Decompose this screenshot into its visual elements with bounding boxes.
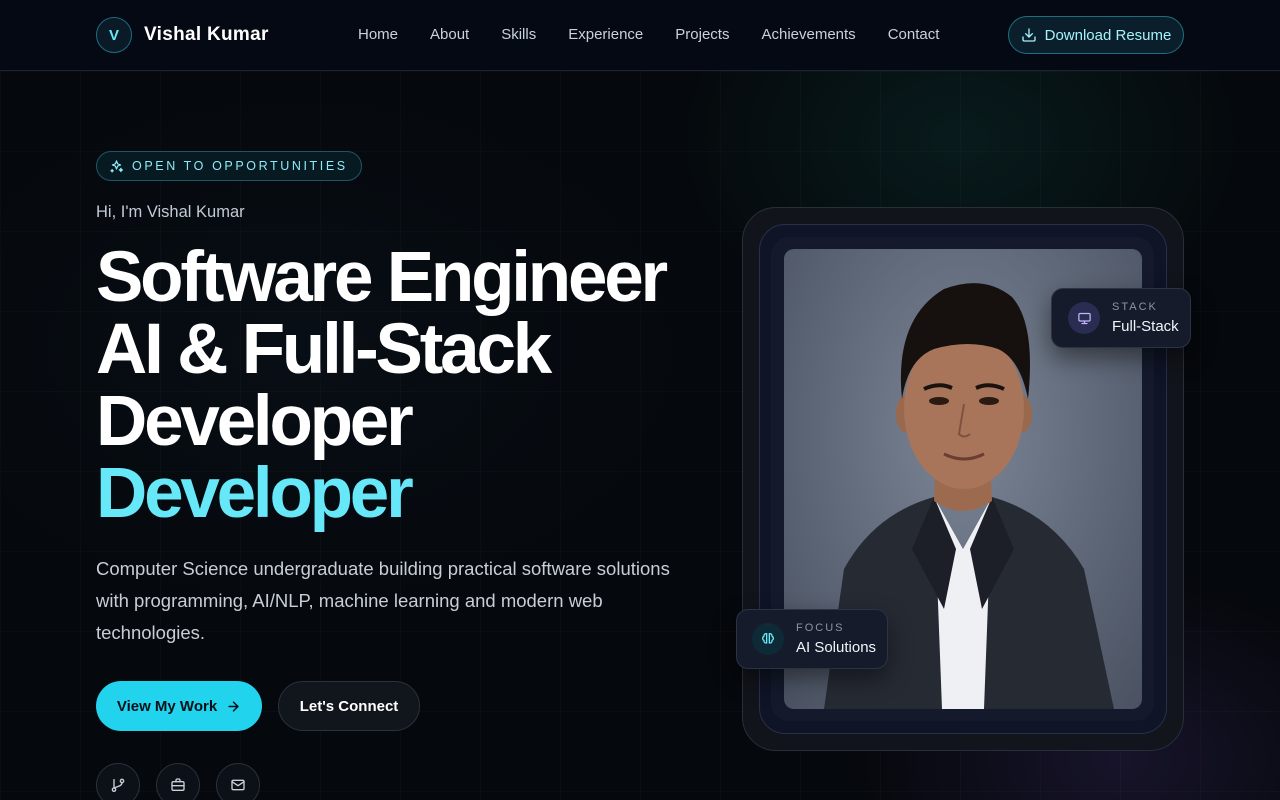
download-resume-button[interactable]: Download Resume xyxy=(1008,16,1184,54)
github-link[interactable] xyxy=(96,763,140,800)
email-link[interactable] xyxy=(216,763,260,800)
opportunities-badge: OPEN TO OPPORTUNITIES xyxy=(96,151,362,181)
brand[interactable]: V Vishal Kumar xyxy=(96,17,269,53)
lets-connect-button[interactable]: Let's Connect xyxy=(278,681,420,731)
view-my-work-button[interactable]: View My Work xyxy=(96,681,262,731)
headline-line: Software Engineer xyxy=(96,238,668,317)
headline-line: Developer xyxy=(96,382,414,461)
git-branch-icon xyxy=(111,778,125,792)
nav-link-projects[interactable]: Projects xyxy=(675,26,729,43)
headline-accent: Developer xyxy=(96,454,414,533)
stack-card-value: Full-Stack xyxy=(1112,318,1179,335)
brain-icon xyxy=(762,633,774,644)
sparkles-icon xyxy=(110,159,124,172)
download-icon xyxy=(1021,28,1036,42)
headline-line: AI & Full-Stack xyxy=(96,310,552,389)
hero-description: Computer Science undergraduate building … xyxy=(96,558,670,643)
stack-card-label: STACK xyxy=(1112,301,1158,313)
focus-card-icon-wrap xyxy=(752,623,784,655)
stack-card-icon-wrap xyxy=(1068,302,1100,334)
mail-icon xyxy=(231,779,245,791)
focus-card: FOCUS AI Solutions xyxy=(736,609,888,669)
view-my-work-label: View My Work xyxy=(116,697,218,715)
arrow-right-icon xyxy=(228,700,239,712)
nav-links: Home About Skills Experience Projects Ac… xyxy=(358,26,971,43)
brand-name: Vishal Kumar xyxy=(144,24,269,45)
download-resume-label: Download Resume xyxy=(1044,26,1172,44)
badge-text: OPEN TO OPPORTUNITIES xyxy=(132,159,348,173)
nav-link-achievements[interactable]: Achievements xyxy=(761,26,855,43)
greeting: Hi, I'm Vishal Kumar xyxy=(96,203,245,221)
nav-link-home[interactable]: Home xyxy=(358,26,398,43)
lets-connect-label: Let's Connect xyxy=(299,697,399,715)
stack-card: STACK Full-Stack xyxy=(1051,288,1191,348)
nav-link-skills[interactable]: Skills xyxy=(501,26,536,43)
nav-link-experience[interactable]: Experience xyxy=(568,26,643,43)
focus-card-value: AI Solutions xyxy=(796,639,877,656)
nav-link-about[interactable]: About xyxy=(430,26,469,43)
navbar: V Vishal Kumar Home About Skills Experie… xyxy=(0,0,1280,71)
brand-logo: V xyxy=(96,17,132,53)
hero-headline: Software Engineer AI & Full-Stack Develo… xyxy=(96,242,716,530)
focus-card-label: FOCUS xyxy=(796,622,845,634)
portfolio-link[interactable] xyxy=(156,763,200,800)
monitor-icon xyxy=(1077,312,1091,324)
briefcase-icon xyxy=(171,778,185,791)
nav-link-contact[interactable]: Contact xyxy=(888,26,940,43)
